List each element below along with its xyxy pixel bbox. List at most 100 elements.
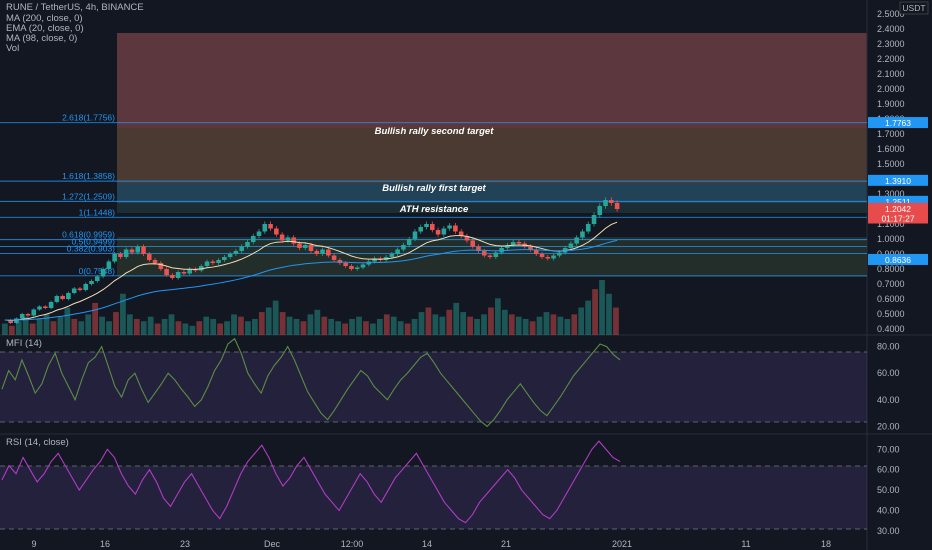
candle-body [568,243,574,248]
volume-bar [231,314,237,335]
time-axis-tick: Dec [264,539,281,549]
rsi-axis-tick: 30.00 [877,526,900,536]
candle-body [326,249,331,256]
volume-bar [92,302,99,335]
volume-bar [543,312,550,335]
candle-body [389,254,395,257]
candle-body [123,249,129,257]
price-axis-tick: 1.5000 [877,159,905,169]
candle-body [227,254,233,257]
candle-body [37,306,42,310]
candle-body [285,237,291,241]
volume-bar [515,316,522,335]
time-axis-tick: 21 [501,539,511,549]
candle-body [210,261,216,263]
volume-bar [356,316,362,335]
price-axis-tick: 2.0000 [877,84,905,94]
price-tag: 1.3910 [885,176,911,186]
volume-bar [175,321,182,335]
candle-body [528,246,533,250]
volume-bar [404,323,411,335]
volume-bar [300,321,307,335]
mfi-axis-tick: 20.00 [877,421,900,431]
candle-body [170,275,175,278]
mfi-pane-label: MFI (14) [6,338,42,349]
indicator-vol[interactable]: Vol [6,43,19,55]
volume-bar [154,323,161,335]
candle-body [343,263,348,266]
volume-bar [99,316,105,335]
price-tag: 1.2042 [885,204,911,214]
volume-bar [571,314,578,335]
symbol-title[interactable]: RUNE / TetherUS, 4h, BINANCE [6,2,144,13]
volume-bar [245,321,251,335]
candle-body [435,230,441,235]
candle-body [597,206,603,215]
candle-body [401,245,406,250]
volume-bar [488,307,494,335]
volume-bar [529,321,536,335]
ath-zone [117,203,867,213]
candle-body [424,224,429,227]
volume-bar [8,325,15,335]
candle-body [406,239,412,245]
volume-bar [50,321,57,335]
symbol-legend[interactable]: RUNE / TetherUS, 4h, BINANCE [6,2,144,14]
candle-body [152,260,158,263]
candle-body [77,288,83,290]
candle-body [314,251,320,254]
rsi-axis-tick: 60.00 [877,465,900,475]
candle-body [354,267,360,269]
candle-body [447,225,452,229]
price-axis-tick: 1.7000 [877,129,905,139]
volume-bar [133,318,140,335]
rsi-band [0,466,867,529]
volume-bar [550,314,557,335]
volume-bar [495,298,501,335]
volume-bar [265,307,272,335]
first-target-label: Bullish rally first target [382,183,486,194]
volume-bar [383,314,390,335]
volume-bar [147,316,154,335]
currency-tag[interactable]: USDT [902,3,925,13]
volume-bar [335,321,342,335]
candle-body [95,276,100,281]
mfi-axis-tick: 80.00 [877,342,900,352]
volume-bar [536,316,543,335]
volume-bar [293,318,300,335]
volume-bar [2,323,8,335]
candle-body [245,242,250,247]
volume-bar [64,307,71,335]
rsi-axis-tick: 40.00 [877,505,900,515]
volume-bar [85,314,92,335]
candle-body [274,228,279,235]
volume-bar [390,316,397,335]
candle-body [164,269,169,275]
candle-body [262,224,268,232]
candle-body [239,246,244,251]
volume-bar [501,309,508,335]
volume-bar [370,323,376,335]
fib-label: 1.618(1.3858) [62,171,115,181]
volume-bar [71,318,78,335]
price-axis-tick: 1.9000 [877,99,905,109]
volume-bar [411,318,418,335]
time-axis-tick: 14 [422,539,432,549]
time-axis-tick: 9 [31,539,36,549]
candle-body [591,215,597,224]
volume-bar [613,307,619,335]
candle-body [580,231,585,238]
volume-bar [349,318,355,335]
volume-bar [57,316,64,335]
candle-body [89,281,94,284]
trading-chart[interactable]: 2.618(1.7756) 1.618(1.3858) 1.272(1.2509) 1… [0,0,932,550]
volume-bar [168,314,175,335]
price-axis-tick: 1.0000 [877,234,905,244]
price-axis-tick: 2.3000 [877,39,905,49]
candle-body [233,251,239,254]
volume-bar [446,309,453,335]
volume-bar [113,312,119,335]
ath-resistance-label: ATH resistance [399,204,469,215]
volume-bar [481,314,487,335]
candle-body [297,243,302,248]
